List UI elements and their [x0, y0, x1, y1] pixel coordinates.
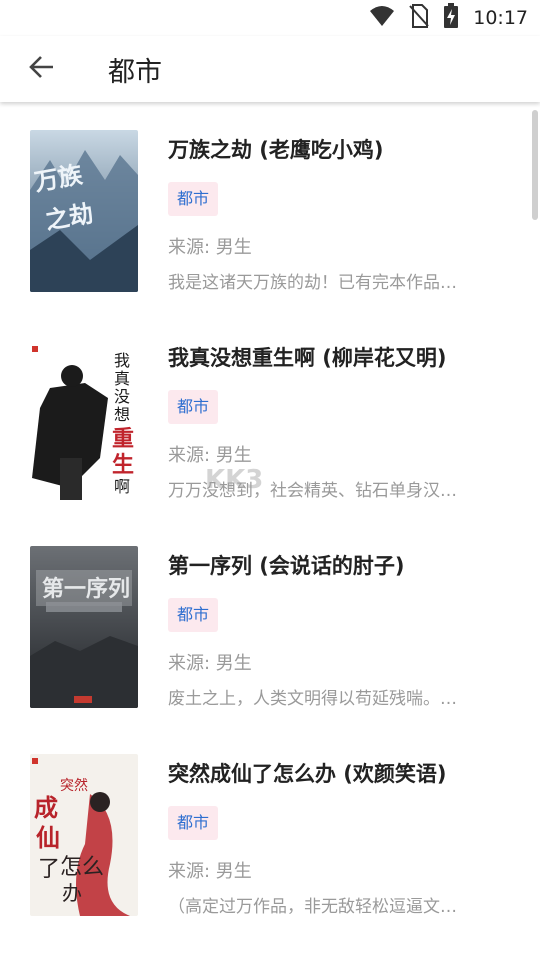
back-button[interactable] — [12, 36, 72, 102]
book-title[interactable]: 突然成仙了怎么办 (欢颜笑语) — [168, 758, 518, 788]
book-source: 来源: 男生 — [168, 653, 252, 674]
svg-text:仙: 仙 — [36, 823, 60, 852]
book-cover[interactable]: 突然 成 仙 了 怎么 办 — [30, 754, 138, 916]
book-source: 来源: 男生 — [168, 445, 252, 466]
arrow-left-icon — [29, 54, 55, 84]
status-time: 10:17 — [473, 7, 528, 29]
no-sim-icon — [409, 4, 429, 32]
book-description: 万万没想到，社会精英、钻石单身汉… — [168, 481, 457, 501]
svg-text:啊: 啊 — [114, 477, 130, 496]
book-source: 来源: 男生 — [168, 861, 252, 882]
scrollbar[interactable] — [532, 110, 538, 220]
category-tag[interactable]: 都市 — [168, 598, 219, 632]
svg-text:第一序列: 第一序列 — [42, 576, 130, 602]
page-title: 都市 — [108, 56, 162, 88]
app-bar: 都市 — [0, 36, 540, 102]
book-description: （高定过万作品，非无敌轻松逗逼文… — [168, 897, 457, 917]
book-title[interactable]: 第一序列 (会说话的肘子) — [168, 550, 518, 580]
book-source: 来源: 男生 — [168, 237, 252, 258]
book-list-item[interactable]: 万族 之劫 万族之劫 (老鹰吃小鸡) 都市 来源: 男生 我是这诸天万族的劫！已… — [0, 102, 540, 310]
svg-text:怎么: 怎么 — [60, 855, 104, 880]
category-tag[interactable]: 都市 — [168, 806, 219, 840]
svg-text:成: 成 — [34, 793, 58, 822]
book-list: 万族 之劫 万族之劫 (老鹰吃小鸡) 都市 来源: 男生 我是这诸天万族的劫！已… — [0, 102, 540, 960]
book-description: 我是这诸天万族的劫！已有完本作品… — [168, 273, 457, 293]
category-tag[interactable]: 都市 — [168, 182, 219, 216]
book-list-item[interactable]: 我 真 没 想 重 生 啊 我真没想重生啊 (柳岸花又明) 都市 来源: 男生 … — [0, 310, 540, 518]
svg-text:突然: 突然 — [60, 777, 88, 794]
status-bar: 10:17 — [0, 0, 540, 36]
category-tag[interactable]: 都市 — [168, 390, 219, 424]
wifi-icon — [369, 5, 395, 31]
svg-text:真: 真 — [114, 369, 130, 388]
svg-text:想: 想 — [114, 405, 130, 424]
svg-text:我: 我 — [114, 351, 130, 370]
battery-charging-icon — [443, 3, 459, 33]
book-cover[interactable]: 第一序列 — [30, 546, 138, 708]
svg-text:生: 生 — [112, 452, 134, 478]
book-title[interactable]: 我真没想重生啊 (柳岸花又明) — [168, 342, 518, 372]
svg-text:没: 没 — [114, 387, 130, 406]
book-list-item[interactable]: 第一序列 第一序列 (会说话的肘子) 都市 来源: 男生 废土之上，人类文明得以… — [0, 518, 540, 726]
svg-text:了: 了 — [38, 857, 60, 882]
book-list-item[interactable]: 突然 成 仙 了 怎么 办 突然成仙了怎么办 (欢颜笑语) 都市 来源: 男生 … — [0, 726, 540, 934]
book-cover[interactable]: 万族 之劫 — [30, 130, 138, 292]
book-description: 废土之上，人类文明得以苟延残喘。… — [168, 689, 457, 709]
book-cover[interactable]: 我 真 没 想 重 生 啊 — [30, 338, 138, 500]
svg-text:重: 重 — [112, 426, 134, 452]
book-title[interactable]: 万族之劫 (老鹰吃小鸡) — [168, 134, 518, 164]
svg-text:办: 办 — [62, 881, 82, 905]
